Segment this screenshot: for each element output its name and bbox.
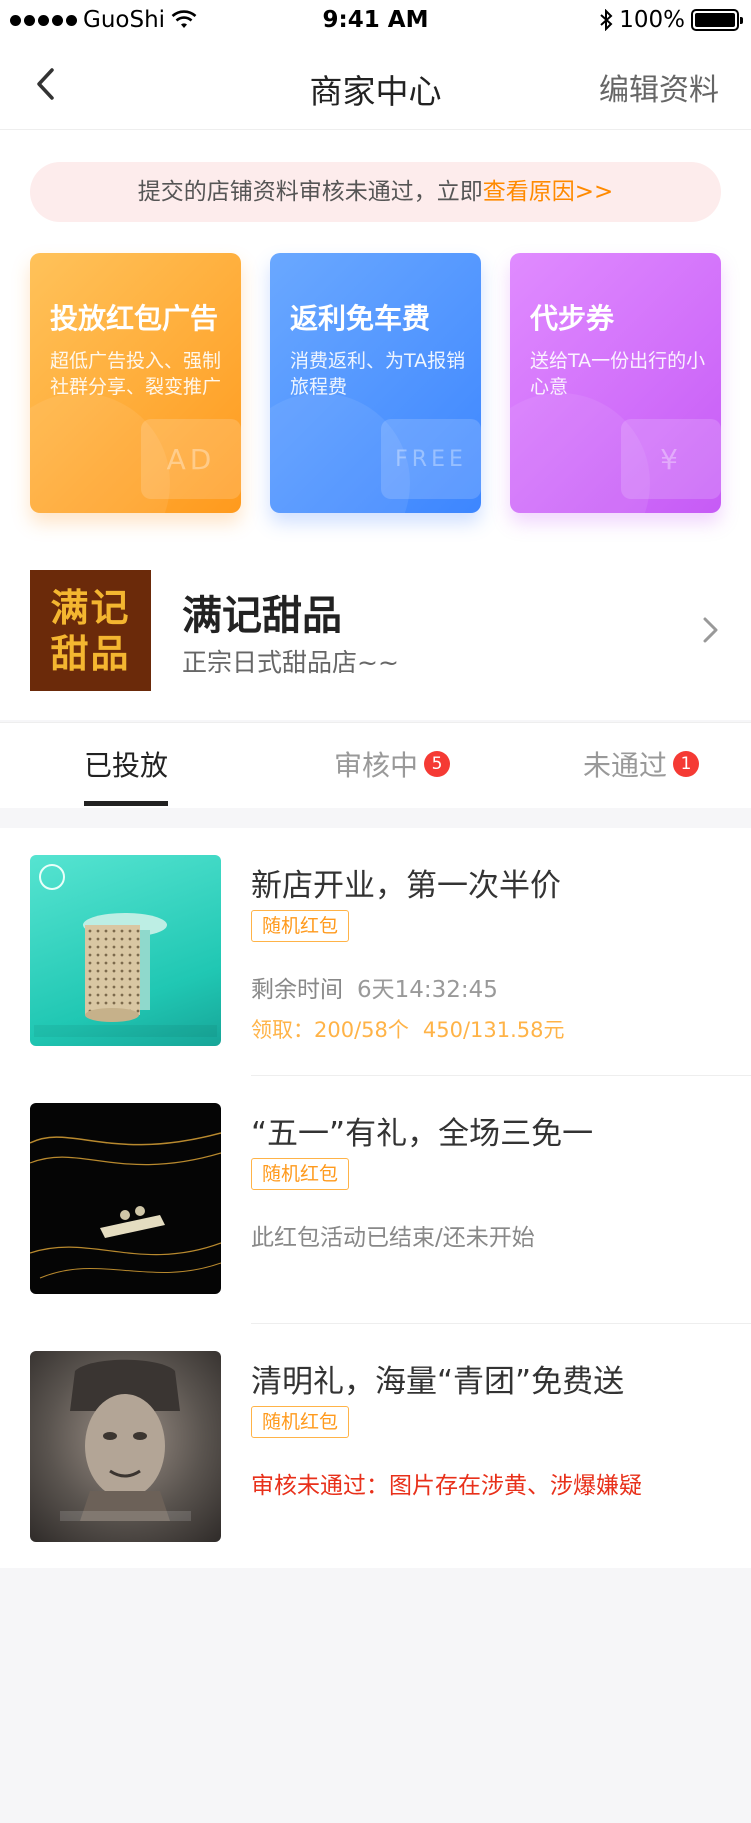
- shop-logo: 满记 甜品: [30, 570, 151, 691]
- reject-reason: 审核未通过：图片存在涉黄、涉爆嫌疑: [251, 1473, 642, 1499]
- card-desc: 消费返利、为TA报销旅程费: [290, 350, 466, 398]
- item-tag: 随机红包: [251, 1158, 350, 1190]
- item-tag: 随机红包: [251, 910, 350, 942]
- shop-info[interactable]: 满记 甜品 满记甜品 正宗日式甜品店~~: [0, 565, 751, 695]
- promo-cards: 投放红包广告 超低广告投入、强制社群分享、裂变推广 AD 返利免车费 消费返利、…: [30, 253, 721, 513]
- list-item[interactable]: 新店开业，第一次半价 随机红包 剩余时间 6天14:32:45 领取：200/58…: [0, 828, 751, 1076]
- list-item[interactable]: “五一”有礼，全场三免一 随机红包 此红包活动已结束/还未开始: [0, 1076, 751, 1324]
- card-title: 代步券: [530, 302, 615, 335]
- notice-text: 提交的店铺资料审核未通过，立即: [137, 179, 483, 205]
- campaign-list: 新店开业，第一次半价 随机红包 剩余时间 6天14:32:45 领取：200/58…: [0, 828, 751, 1568]
- campaign-image: [30, 1103, 221, 1294]
- active-tab-indicator: [84, 801, 169, 806]
- view-reason-link[interactable]: 查看原因>>: [483, 179, 614, 205]
- bluetooth-icon: [600, 9, 613, 31]
- item-title: 清明礼，海量“青团”免费送: [251, 1364, 625, 1400]
- count-badge: 1: [673, 751, 700, 777]
- count-badge: 5: [424, 751, 451, 777]
- status-right: 100%: [599, 7, 743, 33]
- list-item[interactable]: 清明礼，海量“青团”免费送 随机红包 审核未通过：图片存在涉黄、涉爆嫌疑: [0, 1324, 751, 1572]
- card-red-packet-ad[interactable]: 投放红包广告 超低广告投入、强制社群分享、裂变推广 AD: [30, 253, 241, 513]
- status-tabs: 已投放 审核中 5 未通过 1: [0, 723, 751, 808]
- item-title: 新店开业，第一次半价: [251, 868, 561, 904]
- review-notice: 提交的店铺资料审核未通过，立即查看原因>>: [30, 162, 721, 222]
- shop-name: 满记甜品: [182, 593, 342, 639]
- card-title: 投放红包广告: [50, 302, 219, 335]
- tab-reviewing[interactable]: 审核中 5: [334, 723, 451, 808]
- card-ride-coupon[interactable]: 代步券 送给TA一份出行的小心意 ¥: [510, 253, 721, 513]
- edit-profile-button[interactable]: 编辑资料: [599, 65, 719, 109]
- item-status: 此红包活动已结束/还未开始: [251, 1225, 535, 1251]
- nav-bar: 商家中心 编辑资料: [0, 40, 751, 130]
- card-rebate-fare[interactable]: 返利免车费 消费返利、为TA报销旅程费 FREE: [270, 253, 481, 513]
- battery-percent: 100%: [619, 7, 685, 33]
- free-icon: FREE: [381, 419, 481, 499]
- campaign-image: [30, 1351, 221, 1542]
- card-desc: 送给TA一份出行的小心意: [530, 350, 706, 398]
- remaining-time: 剩余时间 6天14:32:45: [251, 977, 498, 1003]
- chevron-right-icon[interactable]: [699, 613, 723, 647]
- campaign-image: [30, 855, 221, 1046]
- tab-published[interactable]: 已投放: [84, 723, 169, 808]
- shop-desc: 正宗日式甜品店~~: [182, 648, 399, 677]
- ad-icon: AD: [141, 419, 241, 499]
- battery-icon: [691, 9, 743, 31]
- item-tag: 随机红包: [251, 1406, 350, 1438]
- card-title: 返利免车费: [290, 302, 431, 335]
- ticket-icon: ¥: [621, 419, 721, 499]
- claim-stats: 领取：200/58个 450/131.58元: [251, 1018, 565, 1042]
- status-bar: GuoShi 9:41 AM 100%: [0, 0, 751, 40]
- tab-rejected[interactable]: 未通过 1: [583, 723, 700, 808]
- item-title: “五一”有礼，全场三免一: [251, 1116, 594, 1152]
- card-desc: 超低广告投入、强制社群分享、裂变推广: [50, 350, 222, 398]
